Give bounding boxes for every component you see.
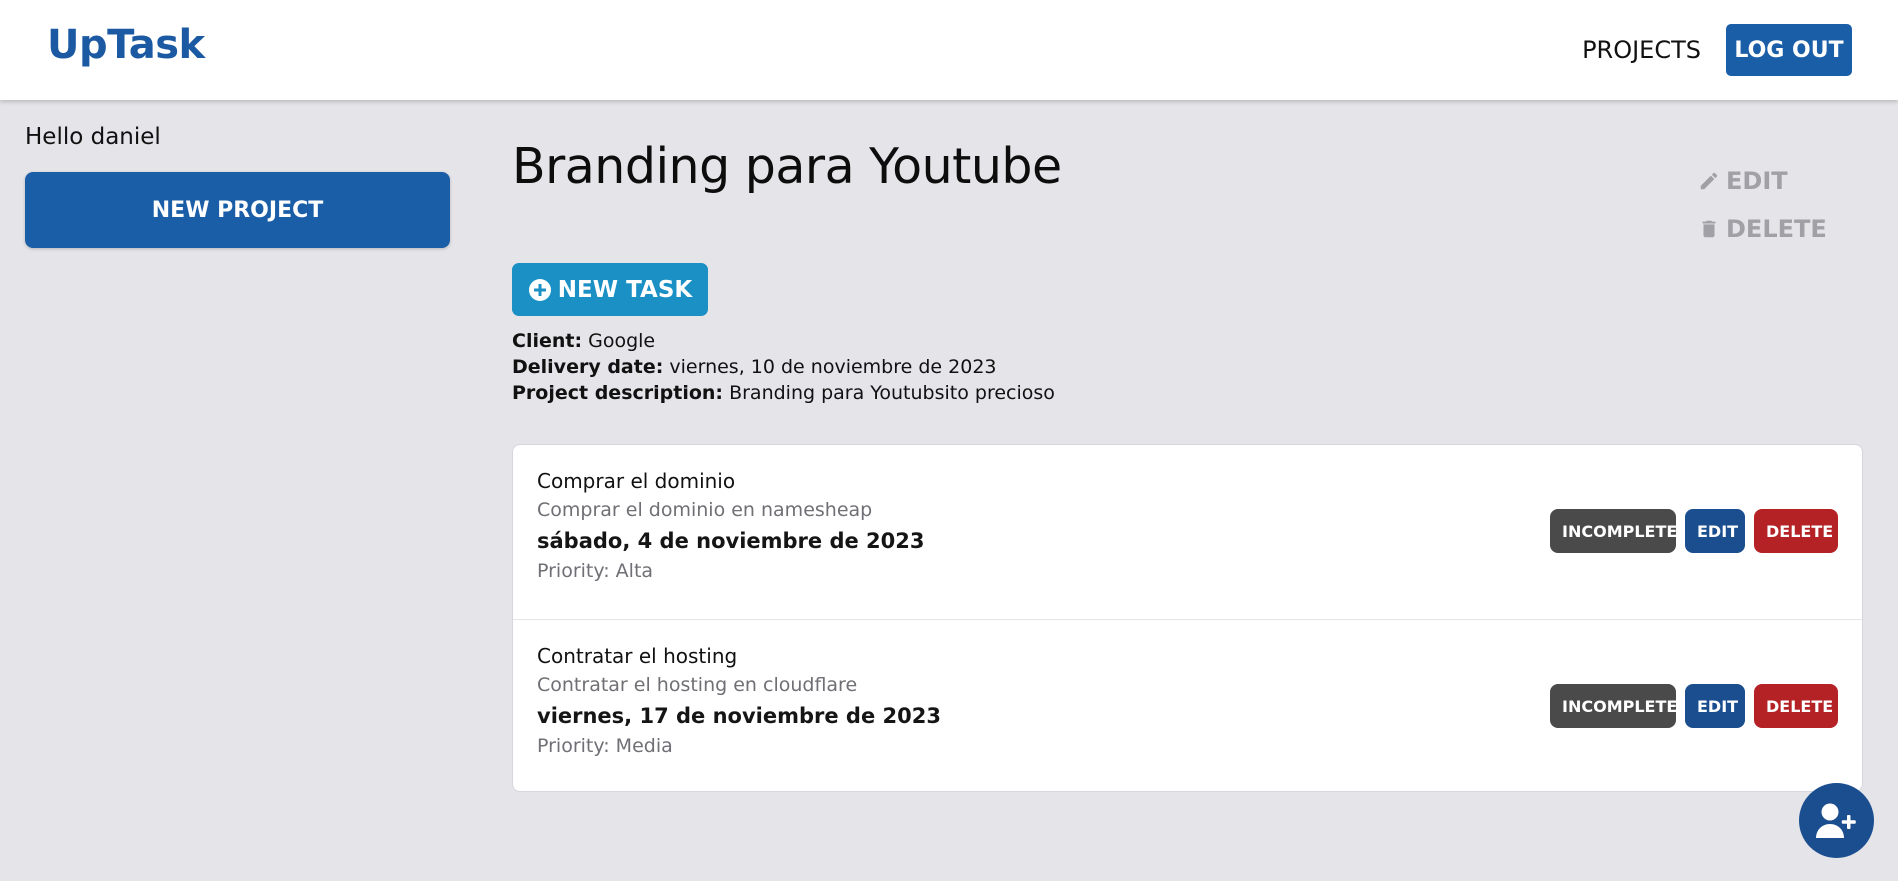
task-name: Comprar el dominio xyxy=(537,469,736,493)
new-task-label: NEW TASK xyxy=(557,276,693,303)
plus-circle-icon xyxy=(528,278,551,301)
client-label: Client: xyxy=(512,330,583,352)
top-navbar: UpTask PROJECTS LOG OUT xyxy=(0,0,1898,100)
task-list: Comprar el dominio Comprar el dominio en… xyxy=(512,444,1863,792)
task-row: Comprar el dominio Comprar el dominio en… xyxy=(513,445,1862,619)
edit-task-button[interactable]: EDIT xyxy=(1685,684,1745,728)
logout-button[interactable]: LOG OUT xyxy=(1726,24,1852,76)
edit-task-button[interactable]: EDIT xyxy=(1685,509,1745,553)
new-project-button[interactable]: NEW PROJECT xyxy=(25,172,450,248)
project-info: Client: Google Delivery date: viernes, 1… xyxy=(512,328,1055,406)
task-description: Contratar el hosting en cloudflare xyxy=(537,674,858,696)
description-label: Project description: xyxy=(512,382,724,404)
user-plus-icon xyxy=(1815,803,1856,838)
delete-task-button[interactable]: DELETE xyxy=(1754,509,1838,553)
client-row: Client: Google xyxy=(512,328,1055,354)
task-date: viernes, 17 de noviembre de 2023 xyxy=(537,704,941,728)
delete-project-button[interactable]: DELETE xyxy=(1698,208,1827,250)
delete-task-button[interactable]: DELETE xyxy=(1754,684,1838,728)
delete-project-label: DELETE xyxy=(1726,215,1827,243)
task-priority: Priority: Media xyxy=(537,735,673,757)
task-date: sábado, 4 de noviembre de 2023 xyxy=(537,529,925,553)
incomplete-button[interactable]: INCOMPLETE xyxy=(1550,509,1677,553)
task-actions: INCOMPLETE EDIT DELETE xyxy=(1550,509,1838,553)
app-logo[interactable]: UpTask xyxy=(47,22,205,68)
delivery-label: Delivery date: xyxy=(512,356,664,378)
task-details: Comprar el dominio Comprar el dominio en… xyxy=(537,469,925,582)
add-collaborator-button[interactable] xyxy=(1799,783,1874,858)
task-priority: Priority: Alta xyxy=(537,560,654,582)
pencil-icon xyxy=(1700,172,1718,190)
delivery-value: viernes, 10 de noviembre de 2023 xyxy=(669,356,997,378)
description-row: Project description: Branding para Youtu… xyxy=(512,380,1055,406)
task-row: Contratar el hosting Contratar el hostin… xyxy=(513,619,1862,793)
edit-project-label: EDIT xyxy=(1726,167,1788,195)
trash-icon xyxy=(1702,220,1716,238)
task-description: Comprar el dominio en namesheap xyxy=(537,499,873,521)
task-details: Contratar el hosting Contratar el hostin… xyxy=(537,644,941,757)
greeting-text: Hello daniel xyxy=(25,124,161,150)
task-actions: INCOMPLETE EDIT DELETE xyxy=(1550,684,1838,728)
client-value: Google xyxy=(588,330,656,352)
description-value: Branding para Youtubsito precioso xyxy=(729,382,1055,404)
incomplete-button[interactable]: INCOMPLETE xyxy=(1550,684,1677,728)
edit-project-button[interactable]: EDIT xyxy=(1698,160,1827,202)
delivery-row: Delivery date: viernes, 10 de noviembre … xyxy=(512,354,1055,380)
new-task-button[interactable]: NEW TASK xyxy=(512,263,708,316)
project-actions: EDIT DELETE xyxy=(1698,160,1827,256)
task-name: Contratar el hosting xyxy=(537,644,738,668)
nav-projects-link[interactable]: PROJECTS xyxy=(1582,36,1701,64)
page-title: Branding para Youtube xyxy=(512,138,1062,195)
